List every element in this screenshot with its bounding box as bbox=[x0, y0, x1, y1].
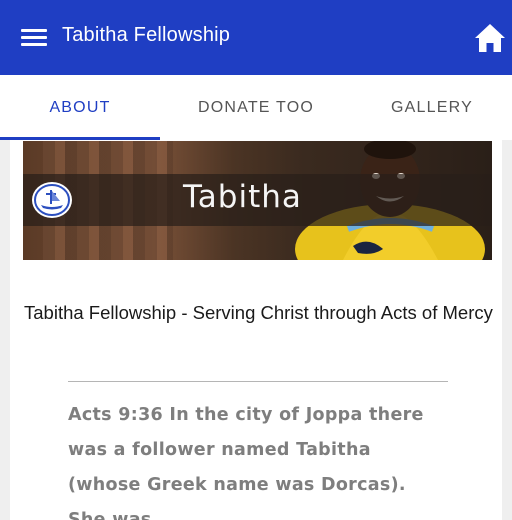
banner-image: Tabitha bbox=[23, 141, 492, 260]
page-headline: Tabitha Fellowship - Serving Christ thro… bbox=[24, 302, 493, 323]
content-card: Tabitha Tabitha Fellowship - Serving Chr… bbox=[10, 140, 502, 520]
tab-about[interactable]: ABOUT bbox=[0, 75, 160, 140]
fellowship-logo bbox=[32, 182, 72, 218]
banner-title: Tabitha bbox=[183, 179, 302, 215]
tab-donate-too[interactable]: DONATE TOO bbox=[176, 75, 336, 140]
divider bbox=[68, 381, 448, 382]
menu-icon[interactable] bbox=[21, 27, 47, 47]
scripture-quote: Acts 9:36 In the city of Joppa there was… bbox=[68, 405, 424, 520]
app-title: Tabitha Fellowship bbox=[62, 24, 231, 46]
tab-gallery[interactable]: GALLERY bbox=[352, 75, 512, 140]
home-icon[interactable] bbox=[474, 23, 506, 53]
app-bar: Tabitha Fellowship bbox=[0, 0, 512, 75]
tab-bar: ABOUT DONATE TOO GALLERY bbox=[0, 75, 512, 140]
